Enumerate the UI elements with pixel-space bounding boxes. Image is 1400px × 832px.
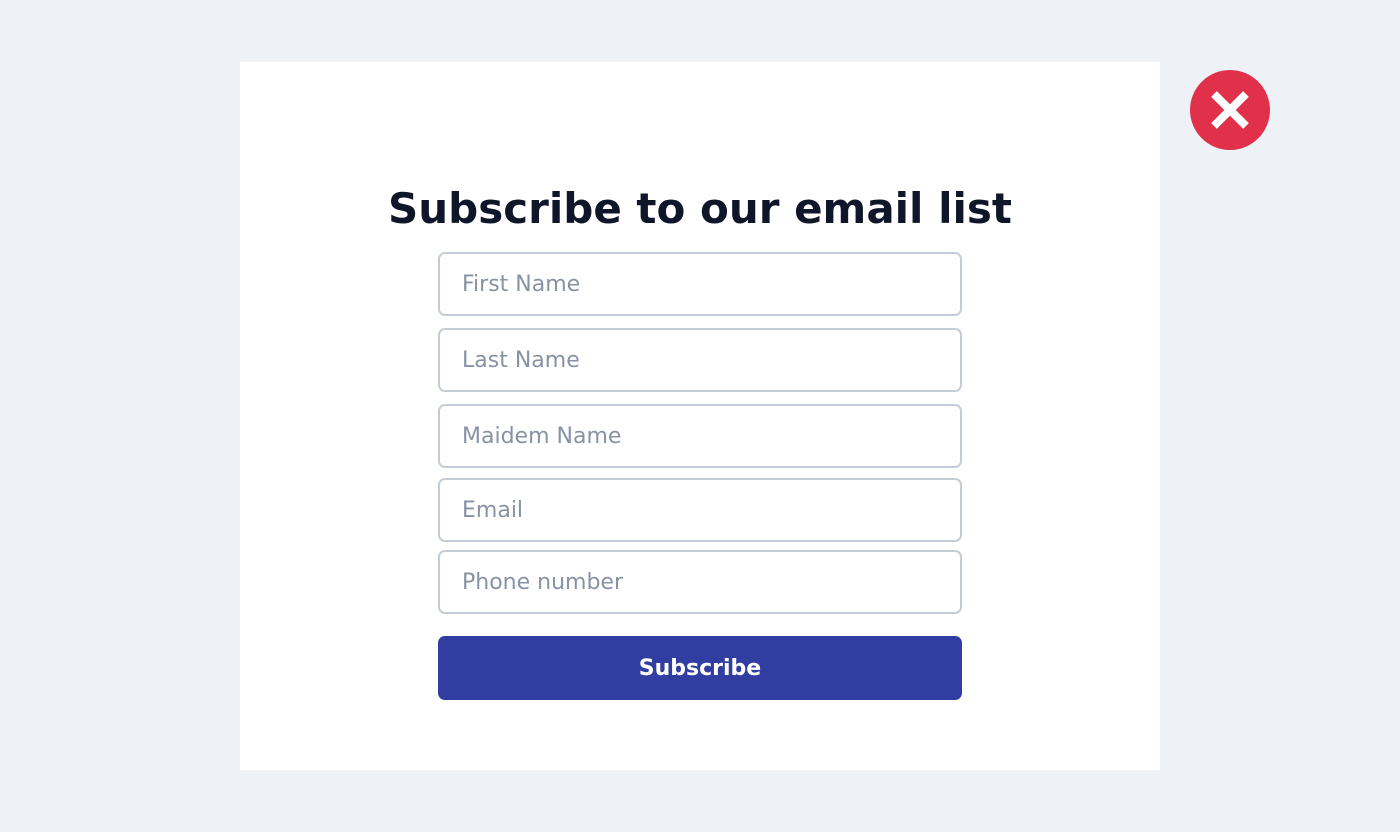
phone-number-input[interactable] — [438, 550, 962, 614]
email-input[interactable] — [438, 478, 962, 542]
maiden-name-input[interactable] — [438, 404, 962, 468]
subscribe-button[interactable]: Subscribe — [438, 636, 962, 700]
close-icon — [1211, 91, 1249, 129]
last-name-input[interactable] — [438, 328, 962, 392]
modal-title: Subscribe to our email list — [388, 184, 1012, 233]
first-name-input[interactable] — [438, 252, 962, 316]
close-button[interactable] — [1190, 70, 1270, 150]
